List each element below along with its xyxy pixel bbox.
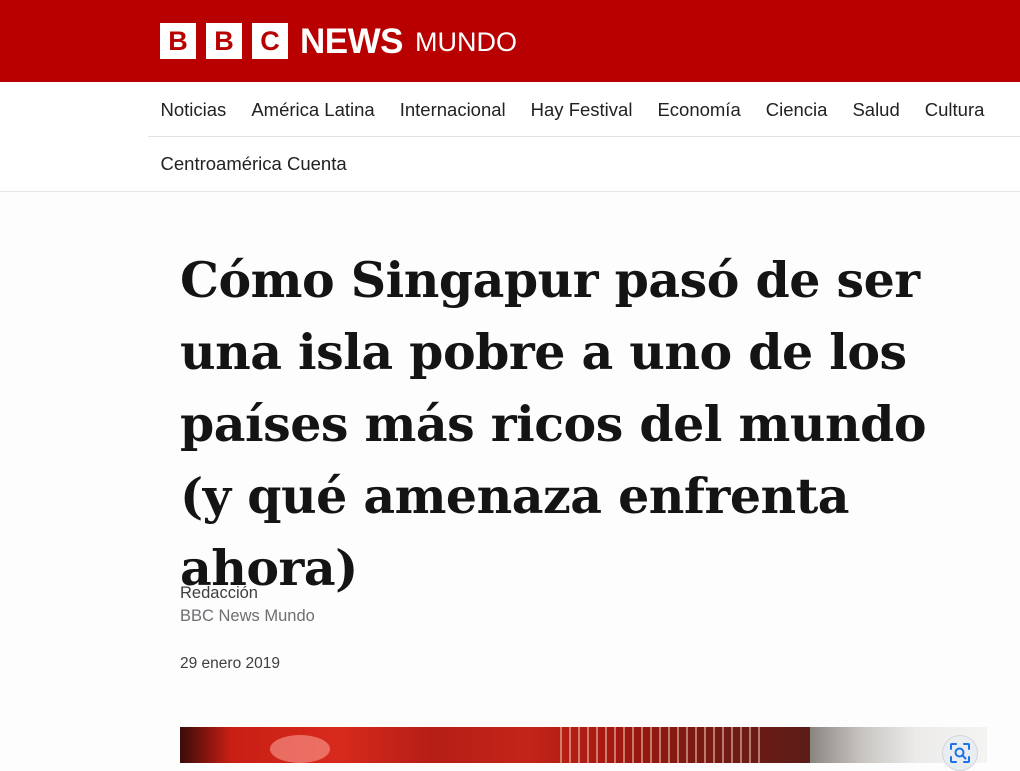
nav-item-noticias[interactable]: Noticias: [148, 82, 239, 136]
bbc-news-mundo-logo[interactable]: B B C NEWS MUNDO: [160, 22, 517, 60]
article-byline: Redacción BBC News Mundo: [180, 582, 315, 628]
nav-item-internacional[interactable]: Internacional: [387, 82, 518, 136]
nav-item-cultura[interactable]: Cultura: [912, 82, 997, 136]
nav-item-salud[interactable]: Salud: [840, 82, 912, 136]
masthead: B B C NEWS MUNDO: [0, 0, 1020, 82]
logo-edition-text: MUNDO: [415, 27, 517, 57]
nav-item-centroamerica-cuenta[interactable]: Centroamérica Cuenta: [148, 137, 359, 191]
nav-row-primary: Noticias América Latina Internacional Hay F…: [148, 82, 1020, 137]
byline-author: Redacción: [180, 584, 258, 602]
logo-news-text: NEWS: [300, 21, 404, 61]
byline-organization: BBC News Mundo: [180, 607, 315, 625]
hero-image-light: [270, 735, 330, 763]
main-navigation: Noticias América Latina Internacional Hay F…: [0, 82, 1020, 192]
bbc-logo-letter: B: [160, 23, 196, 59]
nav-item-hay-festival[interactable]: Hay Festival: [518, 82, 645, 136]
article-headline: Cómo Singapur pasó de ser una isla pobre…: [180, 251, 927, 597]
nav-row-secondary: Centroamérica Cuenta: [148, 137, 359, 192]
nav-item-america-latina[interactable]: América Latina: [239, 82, 387, 136]
bbc-logo-letter: B: [206, 23, 242, 59]
image-search-icon: [950, 743, 970, 763]
article-date: 29 enero 2019: [180, 655, 280, 672]
bbc-logo-letter: C: [252, 23, 288, 59]
nav-item-ciencia[interactable]: Ciencia: [753, 82, 840, 136]
image-search-button[interactable]: [942, 735, 978, 771]
hero-image: [180, 727, 987, 763]
nav-item-economia[interactable]: Economía: [645, 82, 753, 136]
hero-image-birdcage-bars: [560, 727, 760, 763]
